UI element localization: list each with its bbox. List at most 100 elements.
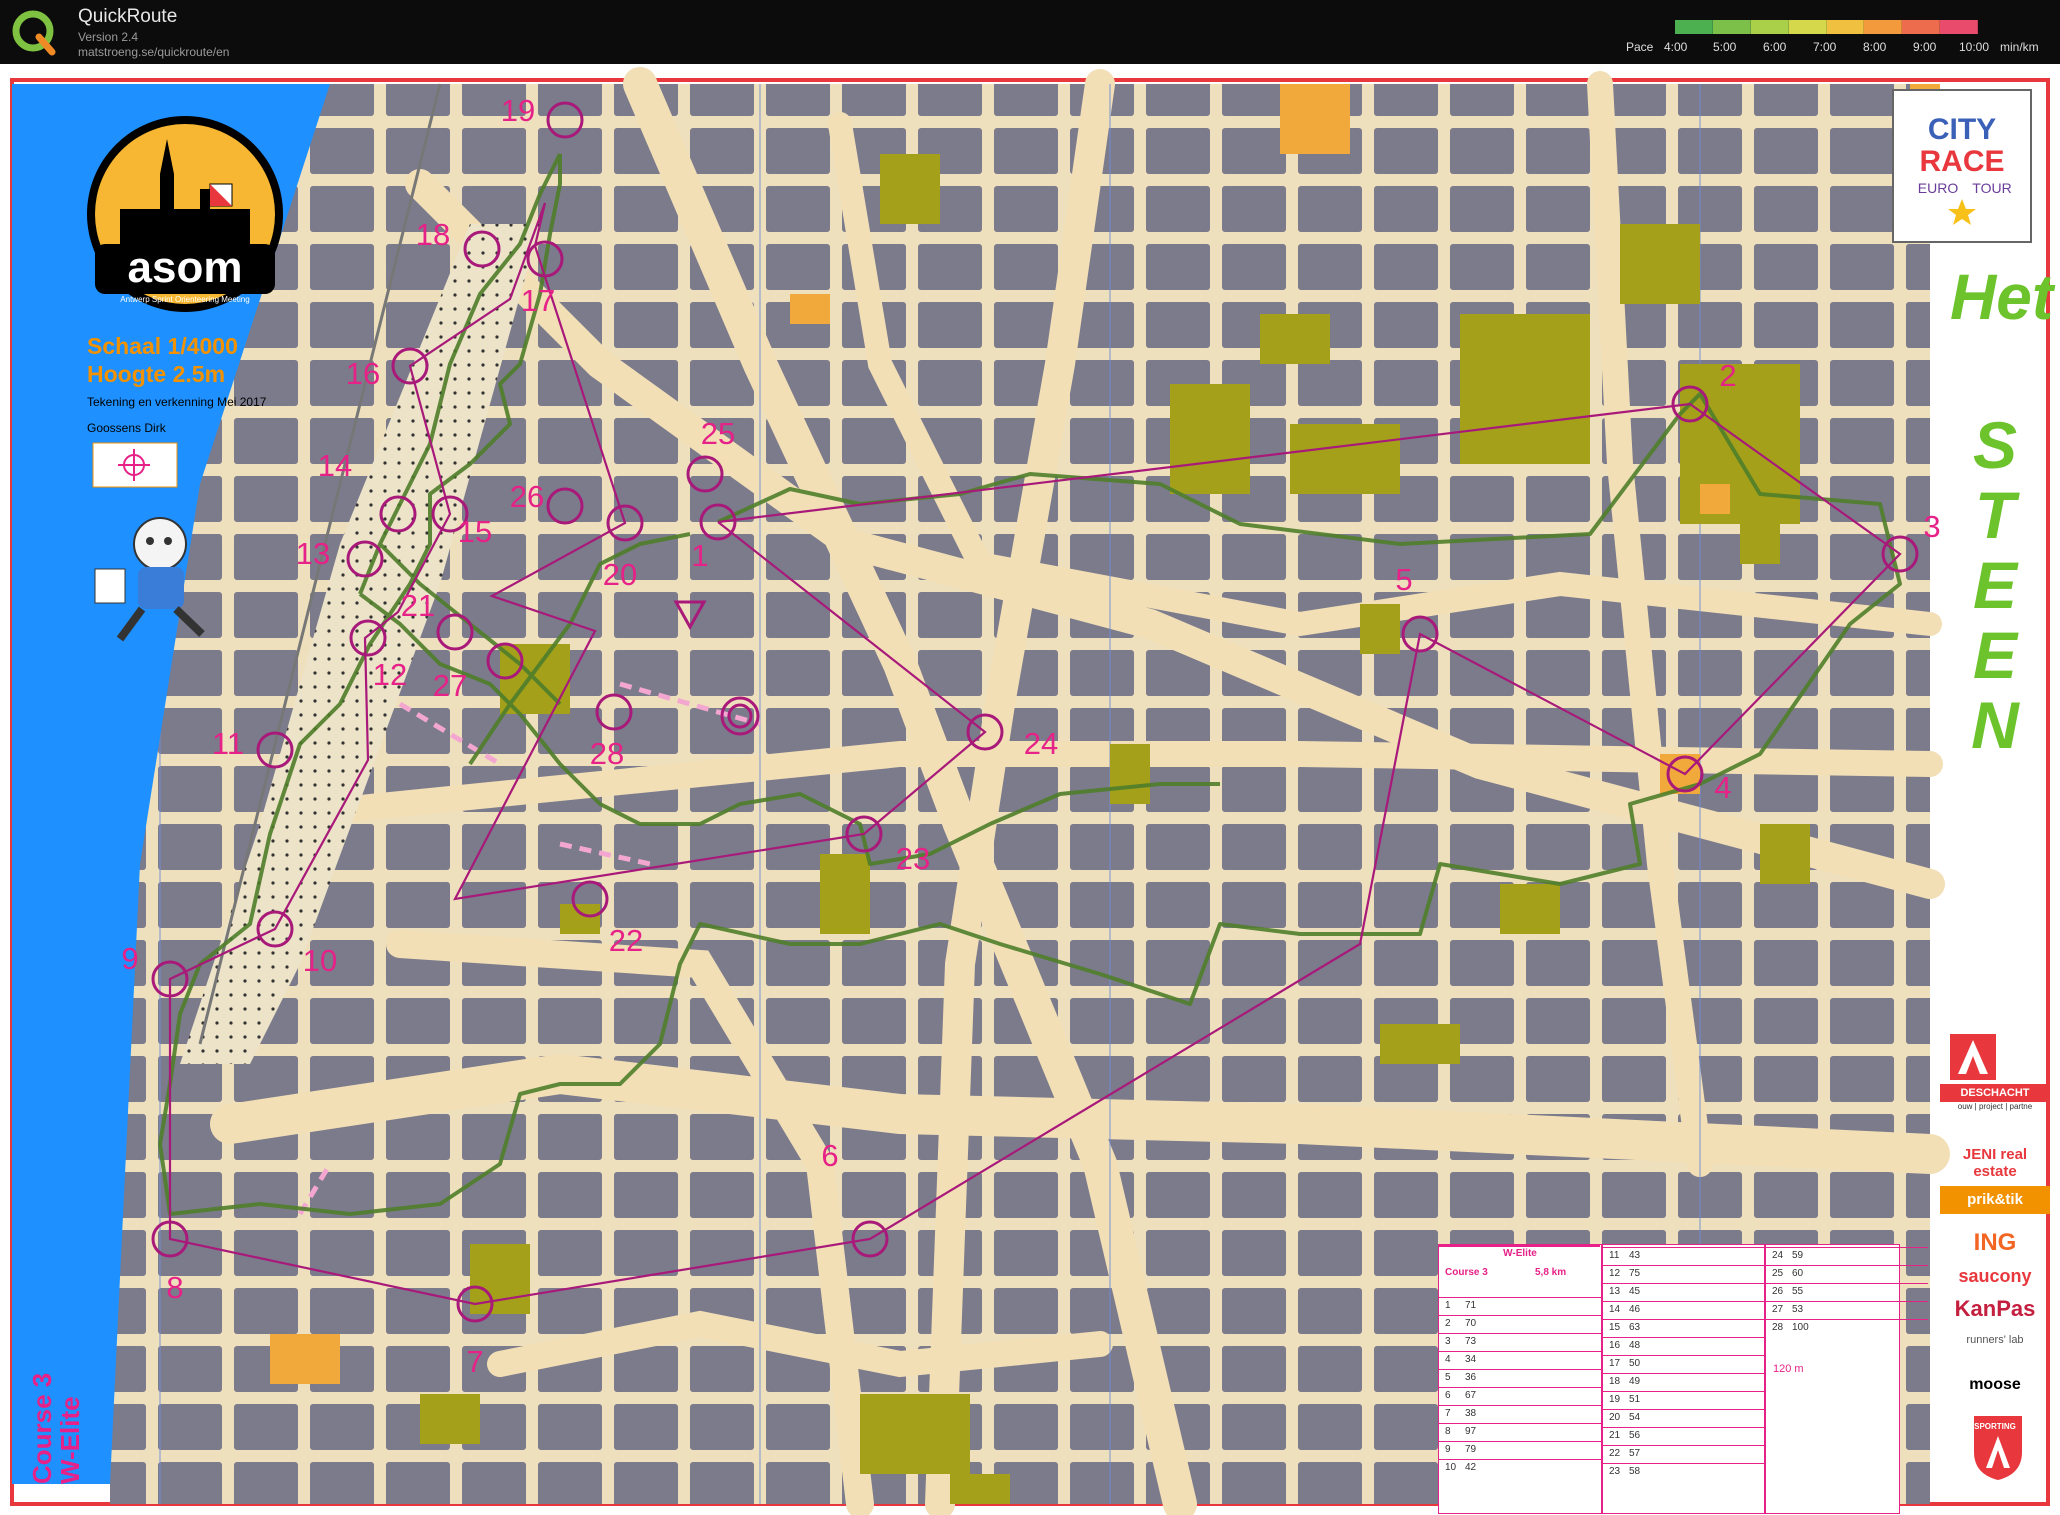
card-control-number: 18 xyxy=(1609,1376,1621,1387)
control-number-label: 14 xyxy=(317,448,353,483)
card-control-code: 97 xyxy=(1465,1426,1477,1437)
pace-color-segment xyxy=(1902,20,1941,34)
pace-color-segment xyxy=(1940,20,1978,34)
card-control-number: 23 xyxy=(1609,1466,1621,1477)
svg-text:TOUR: TOUR xyxy=(1972,180,2011,196)
sponsor-saucony: saucony xyxy=(1958,1266,2032,1286)
card-control-code: 43 xyxy=(1629,1250,1641,1261)
pace-color-segment xyxy=(1788,20,1827,34)
control-number-label: 1 xyxy=(691,538,709,573)
pace-tick: 5:00 xyxy=(1713,40,1737,54)
card-control-code: 49 xyxy=(1629,1376,1641,1387)
control-number-label: 10 xyxy=(302,943,338,978)
card-control-code: 75 xyxy=(1629,1268,1641,1279)
control-number-label: 7 xyxy=(466,1344,484,1379)
card-finish-distance: 120 m xyxy=(1773,1363,1804,1375)
window-titlebar: QuickRoute Version 2.4 matstroeng.se/qui… xyxy=(0,0,2060,64)
club-logo-subtitle: Antwerp Sprint Orienteering Meeting xyxy=(120,295,249,304)
app-version: Version 2.4 xyxy=(78,30,139,44)
card-control-code: 51 xyxy=(1629,1394,1641,1405)
control-number-label: 25 xyxy=(700,416,736,451)
card-control-code: 60 xyxy=(1792,1268,1804,1279)
control-number-label: 4 xyxy=(1714,770,1732,805)
control-number-label: 12 xyxy=(372,657,408,692)
control-number-label: 15 xyxy=(457,514,493,549)
card-class: W-Elite xyxy=(1503,1248,1537,1259)
card-control-code: 48 xyxy=(1629,1340,1641,1351)
mascot-illustration xyxy=(94,517,205,642)
card-control-code: 79 xyxy=(1465,1444,1477,1455)
card-control-number: 16 xyxy=(1609,1340,1621,1351)
card-control-number: 8 xyxy=(1445,1426,1451,1437)
course-class: W-Elite xyxy=(55,1396,85,1484)
control-number-label: 22 xyxy=(608,923,644,958)
control-number-label: 13 xyxy=(295,536,331,571)
card-control-code: 34 xyxy=(1465,1354,1477,1365)
card-control-number: 10 xyxy=(1445,1462,1457,1473)
control-number-label: 5 xyxy=(1395,562,1413,597)
asom-logo: asom Antwerp Sprint Orienteering Meeting xyxy=(60,104,310,364)
card-control-number: 20 xyxy=(1609,1412,1621,1423)
card-control-code: 45 xyxy=(1629,1286,1641,1297)
card-control-number: 12 xyxy=(1609,1268,1621,1279)
svg-text:EURO: EURO xyxy=(1918,180,1959,196)
card-control-number: 4 xyxy=(1445,1354,1451,1365)
control-number-label: 26 xyxy=(509,479,545,514)
pace-color-bar xyxy=(1675,20,1978,34)
card-control-code: 50 xyxy=(1629,1358,1641,1369)
pace-color-segment xyxy=(1712,20,1751,34)
pace-tick: 7:00 xyxy=(1813,40,1837,54)
card-control-code: 59 xyxy=(1792,1250,1804,1261)
course-label: Course 3 W-Elite xyxy=(27,1372,85,1484)
control-number-label: 23 xyxy=(895,841,931,876)
card-control-code: 54 xyxy=(1629,1412,1641,1423)
pace-legend: Pace 4:00 5:00 6:00 7:00 8:00 9:00 10:00… xyxy=(1626,18,2060,58)
card-control-number: 9 xyxy=(1445,1444,1451,1455)
sponsor-jeni: JENI real estate xyxy=(1962,1146,2028,1180)
card-control-code: 71 xyxy=(1465,1300,1477,1311)
app-url[interactable]: matstroeng.se/quickroute/en xyxy=(78,45,229,59)
orienteering-map[interactable]: asom Antwerp Sprint Orienteering Meeting… xyxy=(0,64,2060,1515)
quickroute-logo-icon xyxy=(12,10,56,56)
control-number-label: 6 xyxy=(821,1138,839,1173)
card-control-code: 55 xyxy=(1792,1286,1804,1297)
pace-tick: 6:00 xyxy=(1763,40,1787,54)
card-control-number: 17 xyxy=(1609,1358,1621,1369)
pace-tick: 4:00 xyxy=(1664,40,1688,54)
sponsor-runners-lab: runners' lab xyxy=(1966,1334,2024,1346)
control-number-label: 16 xyxy=(345,356,381,391)
card-control-code: 57 xyxy=(1629,1448,1641,1459)
map-title-steen: STEEN xyxy=(1971,408,2019,762)
pace-color-segment xyxy=(1675,20,1713,34)
drawing-credit: Tekening en verkenning Mei 2017 xyxy=(87,395,267,409)
pace-tick: 8:00 xyxy=(1863,40,1887,54)
card-control-number: 2 xyxy=(1445,1318,1451,1329)
card-control-code: 67 xyxy=(1465,1390,1477,1401)
card-control-code: 42 xyxy=(1465,1462,1477,1473)
control-number-label: 11 xyxy=(211,726,245,761)
card-control-number: 27 xyxy=(1772,1304,1784,1315)
card-control-code: 100 xyxy=(1792,1322,1809,1333)
card-control-number: 28 xyxy=(1772,1322,1784,1333)
card-control-number: 1 xyxy=(1445,1300,1451,1311)
control-number-label: 8 xyxy=(166,1270,184,1305)
sponsor-prikentik: prik&tik xyxy=(1940,1186,2050,1214)
course-name: Course 3 xyxy=(27,1372,57,1484)
map-title-het: Het xyxy=(1950,261,2054,333)
card-control-code: 56 xyxy=(1629,1430,1641,1441)
card-control-number: 26 xyxy=(1772,1286,1784,1297)
pace-tick: 10:00 xyxy=(1959,40,1990,54)
card-control-number: 15 xyxy=(1609,1322,1621,1333)
control-number-label: 27 xyxy=(432,668,468,703)
card-control-code: 46 xyxy=(1629,1304,1641,1315)
control-number-label: 17 xyxy=(520,283,556,318)
card-control-code: 53 xyxy=(1792,1304,1804,1315)
card-control-code: 38 xyxy=(1465,1408,1477,1419)
map-contour-interval: Hoogte 2.5m xyxy=(87,361,226,387)
card-control-number: 25 xyxy=(1772,1268,1784,1279)
card-control-code: 73 xyxy=(1465,1336,1477,1347)
control-number-label: 24 xyxy=(1023,726,1059,761)
sponsor-sporting: SPORTING xyxy=(1974,1422,2016,1431)
card-control-code: 36 xyxy=(1465,1372,1477,1383)
sponsor-deschacht: DESCHACHT xyxy=(1940,1084,2050,1102)
